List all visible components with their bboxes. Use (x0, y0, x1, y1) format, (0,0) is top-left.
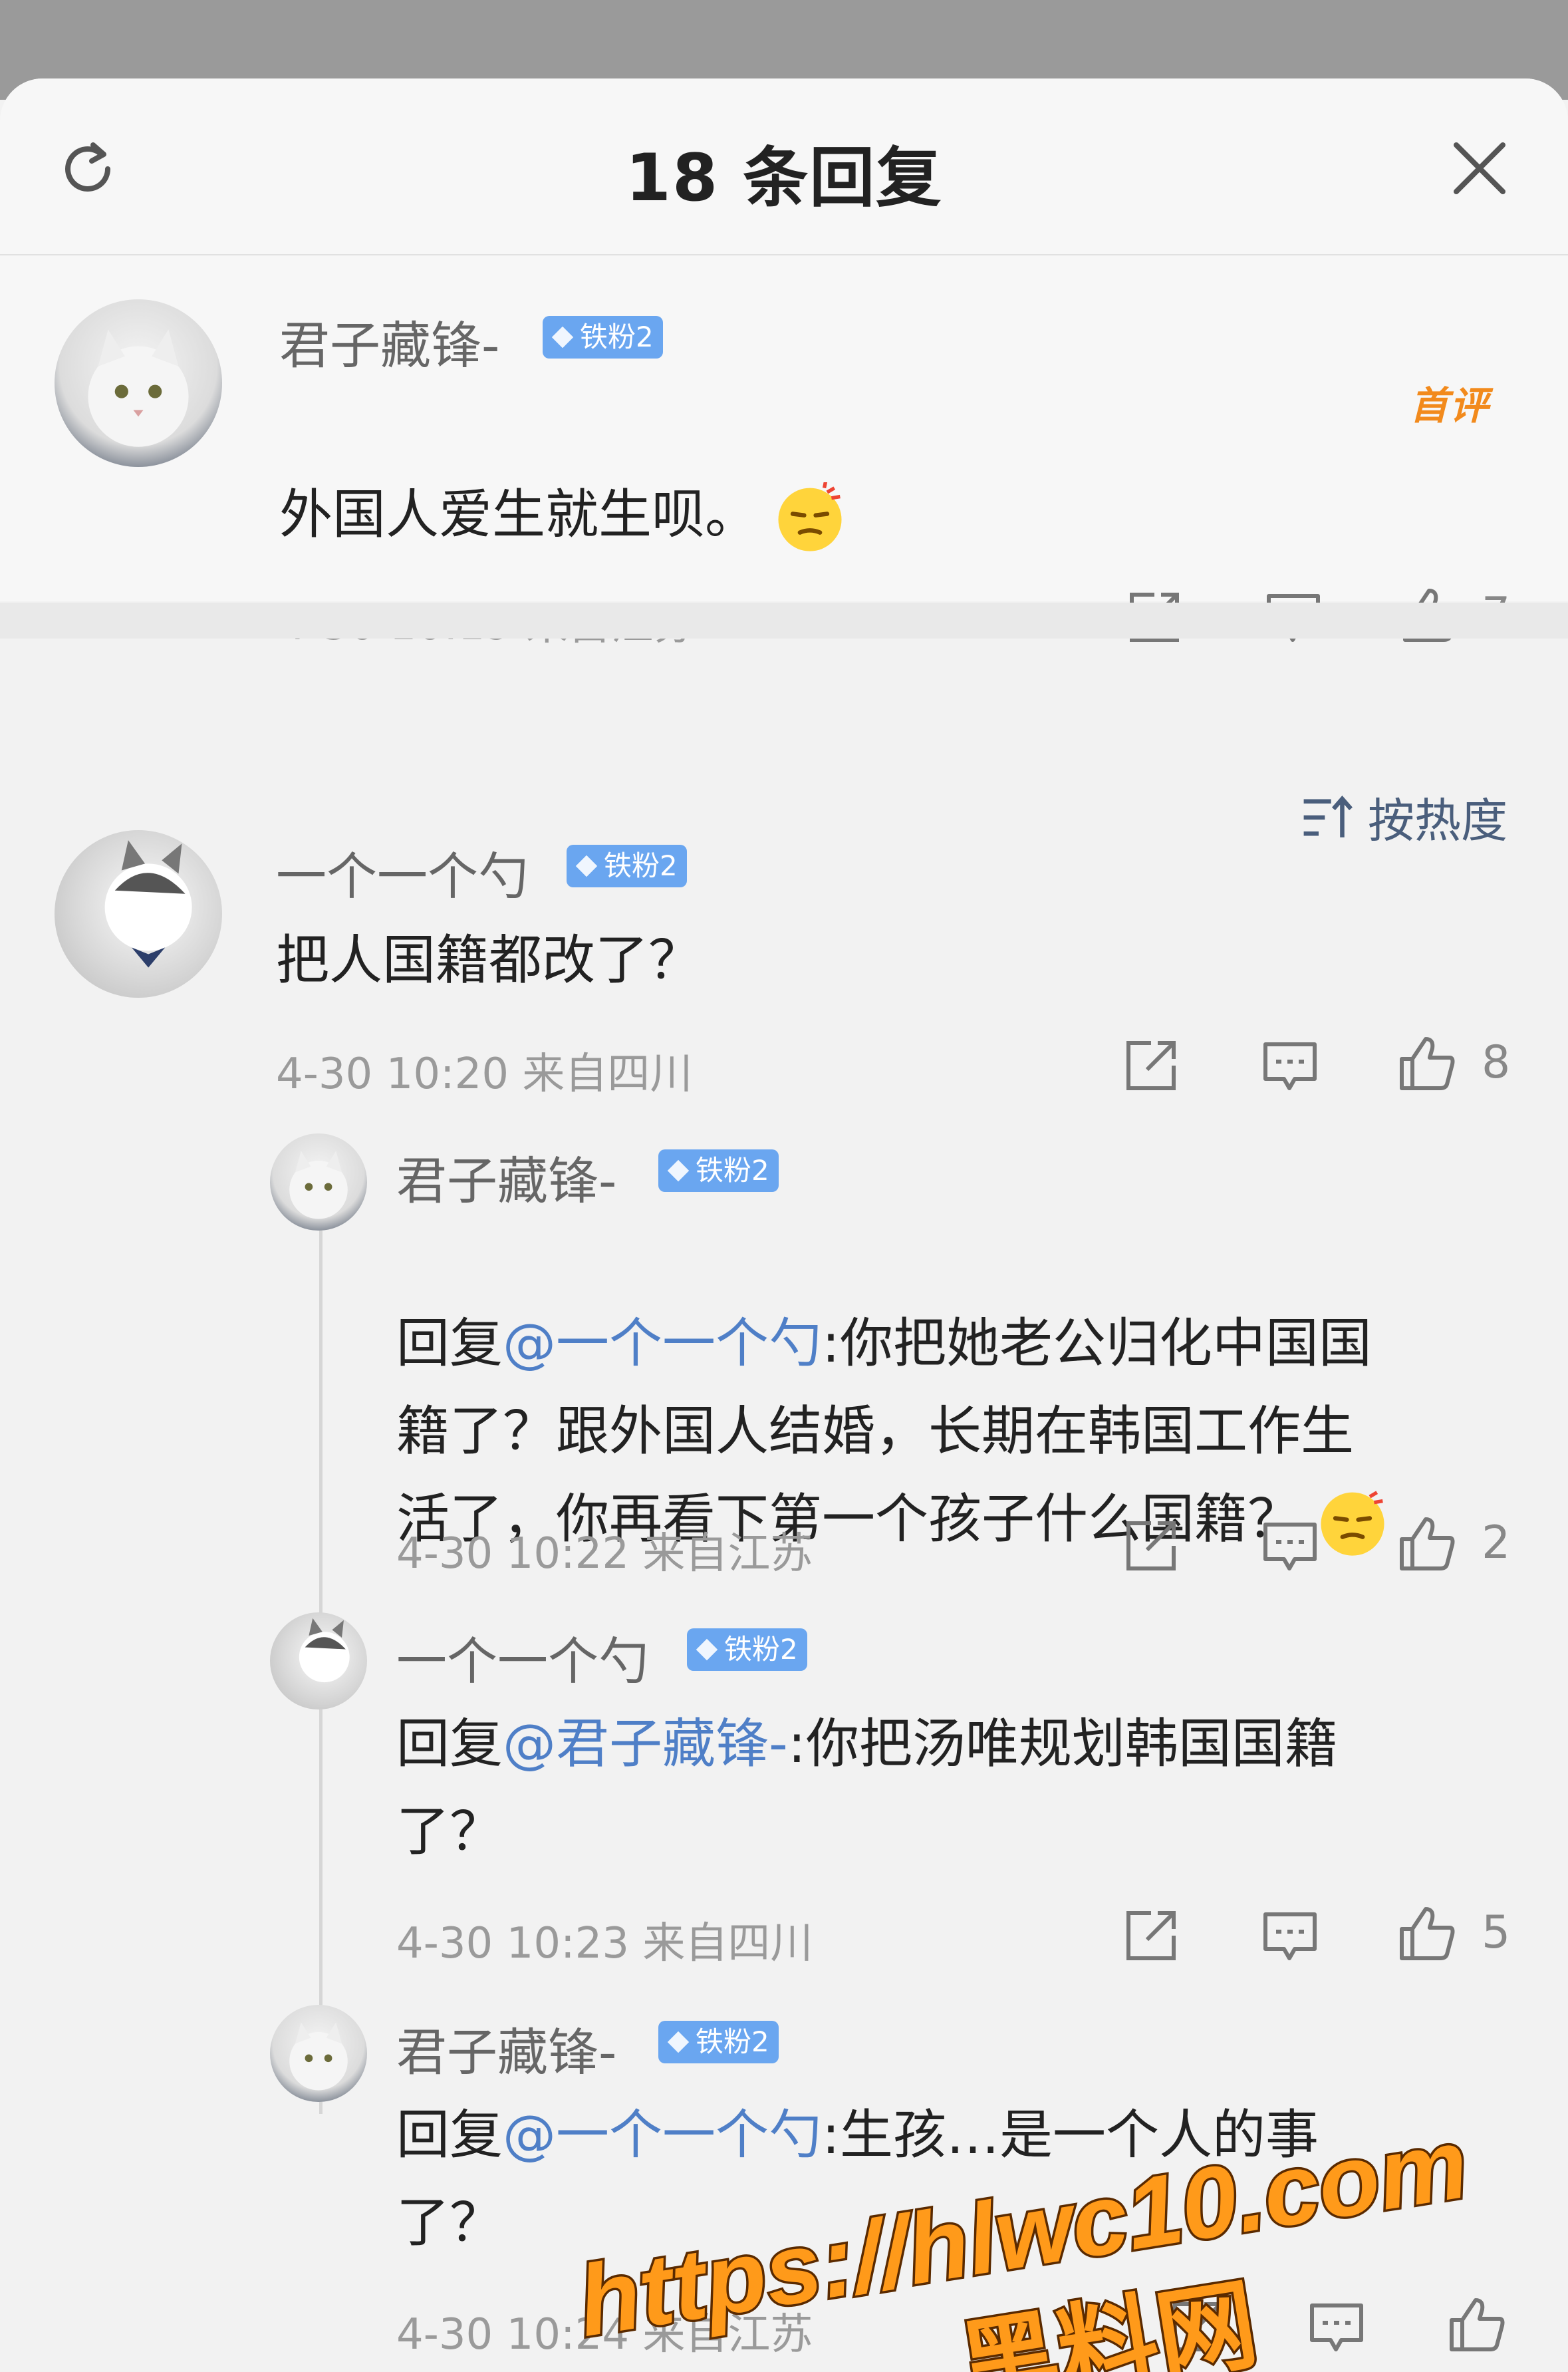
share-icon[interactable] (1120, 1517, 1180, 1576)
fan-badge-label: 铁粉2 (696, 1154, 769, 1187)
reply-prefix: 回复 (396, 1713, 503, 1775)
like-count: 8 (1482, 1036, 1511, 1089)
comment-username[interactable]: 君子藏锋- (279, 305, 499, 378)
separator: : (787, 1713, 806, 1775)
first-comment-tag: 首评 (1410, 383, 1490, 428)
comment-username[interactable]: 一个一个勺 (276, 835, 529, 909)
comment-username[interactable]: 君子藏锋- (396, 1140, 616, 1213)
comment-icon[interactable] (1260, 1906, 1320, 1966)
diamond-icon (575, 855, 598, 877)
share-icon[interactable] (1120, 1906, 1180, 1966)
diamond-icon (696, 1638, 718, 1661)
avatar[interactable] (270, 1612, 367, 1709)
sort-icon (1303, 795, 1353, 837)
replies-sheet: 18 条回复 君子藏锋- 铁粉2 首评 外国人爱生就生呗。 4-30 10:19… (0, 78, 1568, 2372)
avatar[interactable] (270, 1133, 367, 1231)
diamond-icon (667, 2031, 690, 2053)
comment-text-content: 生孩…是一个人的事 (839, 2104, 1319, 2166)
close-icon[interactable] (1450, 138, 1509, 198)
section-divider (0, 603, 1568, 639)
comment-icon[interactable] (1260, 1517, 1320, 1576)
smirk-emoji-icon (778, 482, 842, 551)
fan-badge: 铁粉2 (543, 316, 663, 359)
comment-meta: 4-30 10:24 来自江苏 (396, 2310, 813, 2359)
diamond-icon (667, 1159, 690, 1182)
comment-username[interactable]: 君子藏锋- (396, 2011, 616, 2085)
mention-link[interactable]: @一个一个勺 (503, 2104, 822, 2166)
comment-icon[interactable] (1260, 1036, 1320, 1096)
like-icon[interactable] (1396, 1514, 1456, 1574)
comment-text-line: 籍了？跟外国人结婚，长期在韩国工作生 (396, 1400, 1354, 1462)
reply-prefix: 回复 (396, 1312, 503, 1374)
reply-prefix: 回复 (396, 2104, 503, 2166)
share-icon[interactable] (1120, 1036, 1180, 1096)
comment-text: 把人国籍都改了？ (276, 929, 702, 991)
fan-badge: 铁粉2 (658, 2021, 779, 2063)
sort-toggle[interactable]: 按热度 (1300, 784, 1507, 851)
comment-text-line: 回复@一个一个勺:你把她老公归化中国国 (396, 1300, 1372, 1388)
like-icon[interactable] (1396, 1034, 1456, 1094)
comment-text-content: 外国人爱生就生呗。 (279, 484, 758, 545)
comment-meta: 4-30 10:20 来自四川 (276, 1050, 693, 1099)
comment-text: 外国人爱生就生呗。 (279, 471, 846, 559)
fan-badge-label: 铁粉2 (696, 2025, 769, 2058)
mention-link[interactable]: @一个一个勺 (503, 1312, 822, 1374)
comment-username[interactable]: 一个一个勺 (396, 1620, 649, 1694)
diamond-icon (551, 326, 574, 349)
comment-meta: 4-30 10:22 来自江苏 (396, 1529, 813, 1578)
like-count: 2 (1482, 1517, 1511, 1569)
comment-text-content: 你把汤唯规划韩国国籍 (805, 1713, 1338, 1775)
comment-text-content: 你把她老公归化中国国 (839, 1312, 1372, 1374)
fan-badge: 铁粉2 (658, 1149, 779, 1192)
comment-icon[interactable] (1307, 2298, 1367, 2357)
comment-text-line: 了？ (396, 2192, 503, 2254)
fan-badge-label: 铁粉2 (604, 849, 678, 882)
comment-text-line: 回复@君子藏锋-:你把汤唯规划韩国国籍 (396, 1700, 1338, 1788)
fan-badge: 铁粉2 (687, 1628, 807, 1671)
like-count: 5 (1482, 1906, 1511, 1959)
mention-link[interactable]: @君子藏锋- (503, 1713, 788, 1775)
share-icon[interactable] (1167, 2298, 1227, 2357)
avatar[interactable] (270, 2005, 367, 2102)
sheet-header: 18 条回复 (0, 78, 1568, 255)
fan-badge-label: 铁粉2 (580, 321, 654, 353)
fan-badge: 铁粉2 (567, 845, 687, 887)
comment-text-line: 了？ (396, 1801, 503, 1862)
avatar[interactable] (55, 299, 222, 467)
like-icon[interactable] (1396, 1904, 1456, 1964)
like-icon[interactable] (1446, 2295, 1506, 2355)
comment-meta: 4-30 10:23 来自四川 (396, 1919, 813, 1968)
separator: : (822, 1312, 840, 1374)
sort-label: 按热度 (1368, 794, 1507, 848)
separator: : (822, 2104, 840, 2166)
smirk-emoji-icon (1321, 1491, 1384, 1556)
page-title: 18 条回复 (625, 140, 943, 216)
avatar[interactable] (55, 830, 222, 998)
comment-text-line: 回复@一个一个勺:生孩…是一个人的事 (396, 2091, 1319, 2179)
fan-badge-label: 铁粉2 (724, 1633, 798, 1666)
